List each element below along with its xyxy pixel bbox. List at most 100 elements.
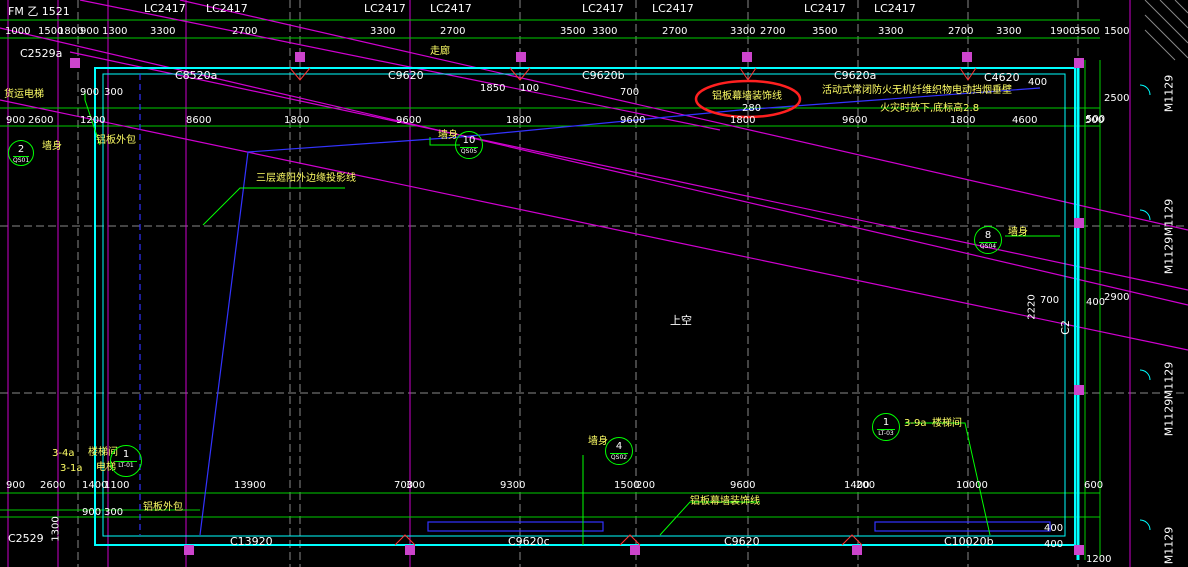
door-label-m1129: M1129	[1162, 398, 1176, 437]
diagonal-lines	[0, 0, 1188, 351]
window-c9620b: C9620b	[582, 69, 625, 82]
dim-row3: 700	[620, 87, 640, 98]
window-label-top: LC2417	[430, 2, 472, 15]
dim-bottom: 300	[406, 480, 426, 491]
bubble-code: QS01	[13, 156, 30, 164]
dim-bottom: 10000	[956, 480, 988, 491]
dim-top: 900	[80, 26, 100, 37]
detail-bubble[interactable]: 10 QS05	[455, 131, 483, 159]
dim-bottom: 900	[6, 480, 26, 491]
dim-right: 1200	[1086, 554, 1112, 565]
label-corridor: 走廊	[430, 46, 450, 57]
dim-top: 1300	[102, 26, 128, 37]
bubble-code: LT-01	[115, 461, 137, 469]
label-shipping: 货运电梯	[4, 89, 44, 100]
dim-row2: 9600	[842, 115, 868, 126]
dim-right: 2500	[1104, 93, 1130, 104]
dim-top: 3300	[150, 26, 176, 37]
dim-top: 3300	[730, 26, 756, 37]
detail-bubble[interactable]: 1 LT-03	[872, 413, 900, 441]
dim-bottom2: 400	[1044, 539, 1064, 550]
dim-row2: 2600	[28, 115, 54, 126]
hatched-corner	[1144, 0, 1188, 61]
leader-lines	[84, 90, 1060, 545]
label-aluminium-cover-bottom: 铝板外包	[143, 502, 183, 513]
right-doors	[1139, 84, 1151, 531]
dim-row2: 9600	[620, 115, 646, 126]
title-block: FM 乙 1521	[8, 5, 70, 18]
dim-bottom: 13900	[234, 480, 266, 491]
bubble-number: 10	[462, 135, 476, 146]
dim-row3: 300	[104, 87, 124, 98]
dim-bottom: 1100	[104, 480, 130, 491]
dim-row2: 900	[6, 115, 26, 126]
dim-top: 2700	[662, 26, 688, 37]
window-c9620-bottom: C9620	[724, 535, 760, 548]
dim-row2: 1200	[80, 115, 106, 126]
detail-bubble[interactable]: 2 QS01	[8, 140, 34, 166]
dim-top: 1900	[1050, 26, 1076, 37]
dim-row2: 1800	[730, 115, 756, 126]
window-c9620c: C9620c	[508, 535, 550, 548]
dim-row2: 9600	[396, 115, 422, 126]
label-curtain-line-top[interactable]: 铝板幕墙装饰线	[712, 92, 782, 102]
dim-top: 2700	[948, 26, 974, 37]
dim-right: 2900	[1104, 292, 1130, 303]
window-c10020b: C10020b	[944, 535, 994, 548]
window-c4620: C4620	[984, 71, 1020, 84]
bubble-code: QS02	[610, 453, 628, 461]
dim-row2: 8600	[186, 115, 212, 126]
dim-top: 3500	[1074, 26, 1100, 37]
window-c2529a: C2529a	[20, 47, 63, 60]
window-c9620-top: C9620	[388, 69, 424, 82]
dim-top: 2700	[440, 26, 466, 37]
bubble-number: 4	[615, 441, 623, 452]
bubble-number: 1	[882, 417, 890, 428]
label-curtain-line-bottom: 铝板幕墙装饰线	[690, 496, 760, 507]
window-label-top: LC2417	[364, 2, 406, 15]
dim-row2: 4600	[1012, 115, 1038, 126]
window-label-top: LC2417	[206, 2, 248, 15]
dim-right: 500	[1086, 114, 1106, 125]
column-markers	[70, 52, 1084, 555]
label-stair-right: 楼梯间	[932, 418, 962, 429]
dim-bottom: 600	[1084, 480, 1104, 491]
window-c8520a: C8520a	[175, 69, 218, 82]
dim-bottom: 9600	[730, 480, 756, 491]
window-label-top: LC2417	[582, 2, 624, 15]
label-wall-body-right: 墙身	[1008, 227, 1028, 238]
dim-bottom: 2600	[40, 480, 66, 491]
label-level-3-4a: 3-4a	[52, 448, 75, 459]
dim-top: 3500	[812, 26, 838, 37]
dim-bottom2: 1300	[50, 516, 62, 542]
dim-top: 2700	[232, 26, 258, 37]
dim-top: 3300	[878, 26, 904, 37]
window-label-top: LC2417	[652, 2, 694, 15]
window-c2529: C2529	[8, 532, 44, 545]
dim-top: 2700	[760, 26, 786, 37]
dim-row3: 900	[80, 87, 100, 98]
detail-bubble[interactable]: 8 QS04	[974, 226, 1002, 254]
label-fire-door-note: 活动式常闭防火无机纤维织物电动挡烟垂壁	[822, 85, 1012, 96]
detail-bubble[interactable]: 4 QS02	[605, 437, 633, 465]
door-label-m1129: M1129	[1162, 198, 1176, 237]
label-void: 上空	[670, 314, 692, 327]
dim-right: 400	[1086, 297, 1106, 308]
label-level-3-9a: 3-9a	[904, 418, 927, 429]
label-aluminium-cover: 铝板外包	[96, 135, 136, 146]
window-c13920: C13920	[230, 535, 273, 548]
dim-top: 3500	[560, 26, 586, 37]
dim-right: 2220	[1026, 294, 1038, 320]
window-c9620a: C9620a	[834, 69, 877, 82]
dim-bottom2: 300	[104, 507, 124, 518]
door-label-m1129: M1129	[1162, 236, 1176, 275]
bubble-number: 2	[17, 144, 25, 155]
dim-bottom: 9300	[500, 480, 526, 491]
door-label-m1129: M1129	[1162, 74, 1176, 113]
dim-bottom2: 400	[1044, 523, 1064, 534]
dim-bottom: 200	[636, 480, 656, 491]
dim-row2: 1800	[284, 115, 310, 126]
window-label-top: LC2417	[804, 2, 846, 15]
detail-bubble[interactable]: 1 LT-01	[110, 445, 142, 477]
dim-row3: 280	[742, 103, 762, 114]
